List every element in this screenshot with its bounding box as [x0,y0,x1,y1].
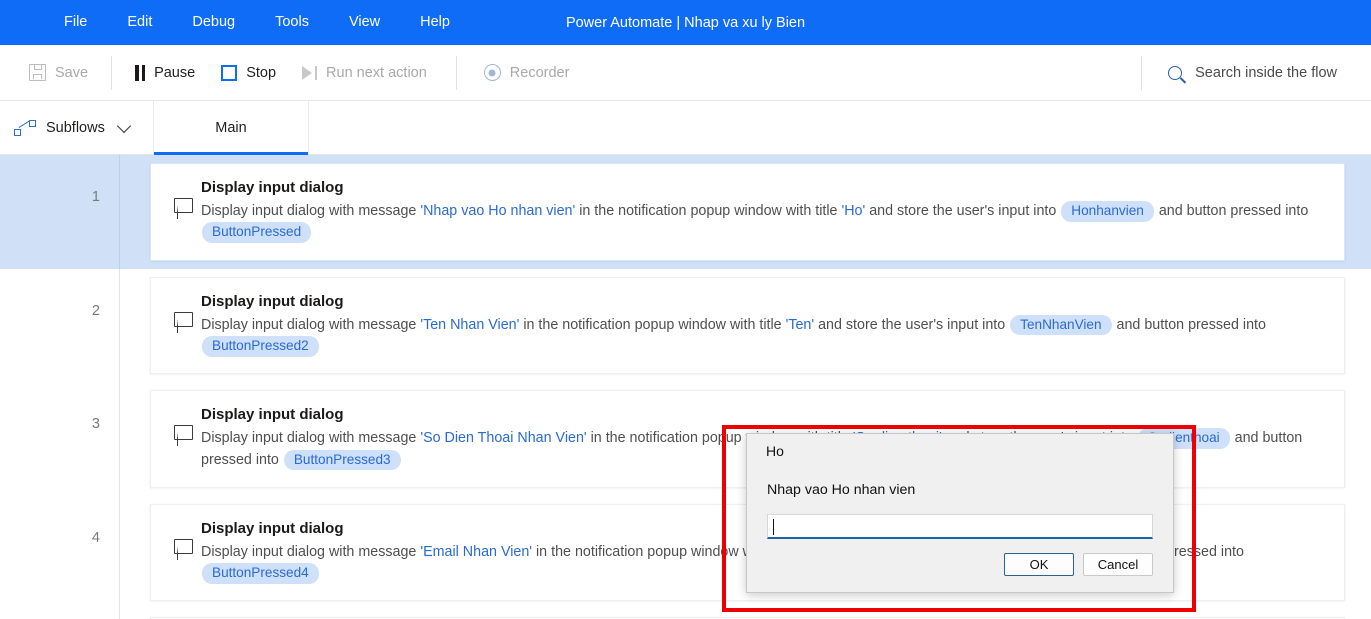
subflows-label: Subflows [46,119,105,136]
stop-icon [221,64,238,81]
ok-button[interactable]: OK [1004,553,1074,576]
tab-main-label: Main [215,119,247,136]
run-next-action-label: Run next action [326,64,427,81]
action-description: Display input dialog with message 'Ten N… [201,314,1326,357]
dialog-bubble-icon [165,405,201,447]
menu-item-view[interactable]: View [329,0,400,45]
save-icon [29,64,46,81]
variable-pill: ButtonPressed [202,222,312,244]
row-number: 1 [0,155,120,269]
variable-pill: ButtonPressed4 [202,563,319,584]
action-title: Display input dialog [201,406,344,424]
literal-text: 'Nhap vao Ho nhan vien' [420,203,576,220]
dialog-body: Nhap vao Ho nhan vien [747,468,1173,539]
toolbar: Save Pause Stop Run next action Recorder… [0,45,1371,101]
toolbar-divider-2 [455,55,457,90]
pause-button[interactable]: Pause [122,56,208,90]
action-title: Display input dialog [201,292,344,310]
menu-item-help[interactable]: Help [400,0,470,45]
stop-button[interactable]: Stop [208,56,289,90]
record-icon [483,64,501,81]
cancel-button[interactable]: Cancel [1083,553,1153,576]
variable-pill: ButtonPressed3 [283,449,401,471]
action-content: Display input dialog Display input dialo… [201,292,1326,358]
search-area: Search inside the flow [1141,45,1371,100]
action-card[interactable]: Display input dialog Display input dialo… [150,163,1345,261]
toolbar-divider [111,55,113,90]
row-number: 5 [0,609,120,619]
play-step-icon [302,65,318,80]
literal-text: 'So Dien Thoai Nhan Vien' [420,430,587,447]
variable-pill: Honhanvien [1061,201,1154,222]
power-automate-window: File Edit Debug Tools View Help Power Au… [0,0,1371,619]
action-content: Display input dialog Display input dialo… [201,178,1326,244]
search-input[interactable]: Search inside the flow [1141,55,1337,90]
search-input-placeholder: Search inside the flow [1195,64,1337,81]
dialog-message: Nhap vao Ho nhan vien [767,482,916,498]
tab-bar: Subflows Main [0,101,1371,155]
subflows-dropdown[interactable]: Subflows [0,101,154,154]
dialog-bubble-icon [165,292,201,333]
chevron-down-icon [116,118,131,133]
dialog-bubble-icon [165,178,201,219]
pause-icon [135,64,146,81]
run-next-action-button[interactable]: Run next action [289,56,440,90]
row-number: 4 [0,495,120,610]
action-description: Display input dialog with message 'Nhap … [201,201,1326,244]
literal-text: 'Ho' [841,203,866,220]
variable-pill: ButtonPressed2 [202,335,319,357]
save-button-label: Save [55,64,89,81]
menu-item-tools[interactable]: Tools [255,0,329,45]
dialog-title: Ho [747,434,1173,468]
stop-button-label: Stop [246,64,277,81]
text-caret [773,519,774,535]
menu-item-debug[interactable]: Debug [172,0,255,45]
table-row[interactable]: 2 Display input dialog Display input dia… [0,268,1371,383]
variable-pill: TenNhanVien [1010,314,1112,336]
pause-button-label: Pause [154,64,196,81]
dialog-text-input[interactable] [767,514,1153,539]
menu-item-file[interactable]: File [44,0,107,45]
recorder-button[interactable]: Recorder [471,56,583,90]
action-card[interactable]: Display input dialog Display input dialo… [150,276,1345,375]
action-title: Display input dialog [201,179,344,196]
row-number: 3 [0,382,120,496]
dialog-actions: OK Cancel [747,539,1173,592]
literal-text: 'Ten' [785,316,815,333]
table-row[interactable]: 1 Display input dialog Display input dia… [0,155,1371,269]
tab-main[interactable]: Main [154,101,309,155]
recorder-button-label: Recorder [509,64,570,81]
search-icon [1168,65,1183,80]
dialog-bubble-icon [165,519,201,560]
row-number: 2 [0,268,120,383]
literal-text: 'Email Nhan Vien' [420,543,533,560]
input-dialog: Ho Nhap vao Ho nhan vien OK Cancel [746,433,1174,593]
menu-bar: File Edit Debug Tools View Help [44,0,470,45]
save-button[interactable]: Save [16,56,101,90]
subflows-icon [14,119,36,136]
menu-item-edit[interactable]: Edit [107,0,172,45]
title-bar: File Edit Debug Tools View Help Power Au… [0,0,1371,45]
literal-text: 'Ten Nhan Vien' [420,316,520,333]
